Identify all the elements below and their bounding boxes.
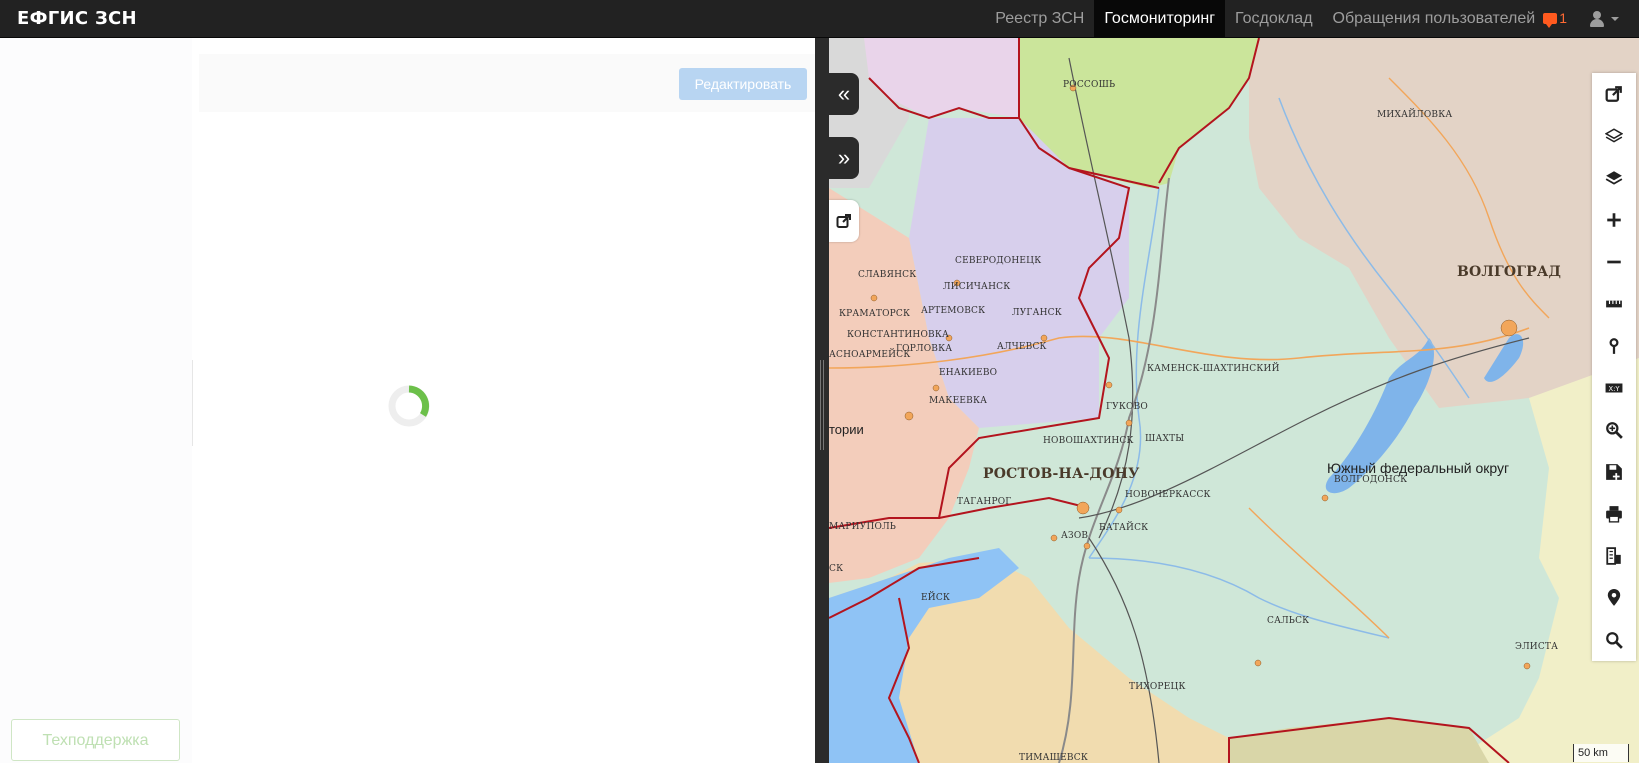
location-icon [1607,589,1621,606]
map-point-button[interactable] [1592,325,1636,367]
map-base-layers-button[interactable] [1592,157,1636,199]
nav-item-state-monitoring[interactable]: Госмониторинг [1094,0,1226,37]
support-button[interactable]: Техподдержка [11,719,180,761]
map-city-label: СЛАВЯНСК [858,270,917,280]
map-city-label: МИХАЙЛОВКА [1377,110,1453,120]
map-search-button[interactable] [1592,619,1636,661]
map-coordinates-button[interactable]: X:Y [1592,367,1636,409]
user-icon [1589,10,1605,27]
map-city-label: НОВОШАХТИНСК [1043,436,1134,446]
map-toolbar: X:Y [1592,73,1636,661]
expand-panel-button[interactable]: » [829,137,859,179]
map-scale-bar: 50 km [1573,744,1629,762]
map-city-label: КАМЕНСК-ШАХТИНСКИЙ [1147,364,1280,374]
map-print-button[interactable] [1592,493,1636,535]
nav-item-user-appeals-label: Обращения пользователей [1332,10,1536,27]
zoom-out-icon [1607,260,1621,264]
map-zoom-in-button[interactable] [1592,199,1636,241]
map-location-button[interactable] [1592,577,1636,619]
map-region-label: Южный федеральный округ [1327,460,1510,476]
map-city-label: ЛИСИЧАНСК [943,282,1011,292]
map-city-label: НОВОЧЕРКАССК [1125,490,1211,500]
map-city-label: АЗОВ [1061,531,1089,541]
save-icon [1606,464,1622,480]
map-view[interactable]: РОССОШЬ МИХАЙЛОВКА СЕВЕРОДОНЕЦК СЛАВЯНСК… [829,38,1639,763]
map-city-label: БАТАЙСК [1099,523,1149,533]
xy-icon: X:Y [1605,383,1623,393]
map-city-label: ТАГАНРОГ [957,497,1012,507]
map-city-label: АРТЕМОВСК [921,306,986,316]
appeals-count: 1 [1559,10,1567,26]
map-city-label: РОСТОВ-НА-ДОНУ [983,466,1140,482]
layers-icon [1605,128,1623,143]
map-measure-button[interactable] [1592,283,1636,325]
map-city-label: РОССОШЬ [1063,80,1116,90]
zoom-in-icon [1607,213,1621,227]
pin-icon [1609,338,1619,354]
map-city-label: ТИХОРЕЦК [1129,682,1186,692]
loading-spinner-icon [388,385,430,427]
chat-bubble-icon [1543,13,1558,28]
nav-menu: Реестр ЗСН Госмониторинг Госдоклад Обращ… [985,0,1639,37]
map-city-label: МАКЕЕВКА [929,396,988,406]
map-city-label: КОНСТАНТИНОВКА [847,330,950,340]
map-city-label: ЛУГАНСК [1012,308,1062,318]
building-icon [1606,547,1621,565]
map-city-label: ШАХТЫ [1145,434,1185,444]
layers-filled-icon [1605,171,1623,185]
print-icon [1606,506,1622,523]
user-menu[interactable] [1573,10,1639,27]
map-city-label: ВОЛГОГРАД [1457,264,1562,280]
map-city-label: ЭЛИСТА [1515,642,1559,652]
collapse-panel-button[interactable]: « [829,73,859,115]
map-zoom-box-button[interactable] [1592,409,1636,451]
splitter-grip-icon[interactable] [820,360,824,450]
nav-item-user-appeals[interactable]: Обращения пользователей 1 [1323,0,1573,37]
sidebar-divider [192,360,193,446]
external-link-icon [1605,86,1622,102]
search-icon [1606,632,1623,649]
map-city-label: САЛЬСК [1267,616,1310,626]
map-city-label: ВОЛГОДОНСК [1334,475,1408,485]
map-city-label: ЕНАКИЕВО [939,368,998,378]
nav-item-registry[interactable]: Реестр ЗСН [985,0,1094,37]
map-external-link-button[interactable] [1592,73,1636,115]
external-link-icon [836,214,851,228]
panel-splitter[interactable] [815,38,829,763]
map-partial-label: тории [829,422,864,437]
edit-button[interactable]: Редактировать [679,68,807,100]
nav-item-state-report[interactable]: Госдоклад [1225,0,1322,37]
brand-logo[interactable]: ЕФГИС ЗСН [17,0,137,37]
map-city-label: АЛЧЕВСК [997,342,1047,352]
ruler-icon [1606,300,1622,308]
map-city-label: ТИМАШЕВСК [1019,753,1088,763]
map-city-label: ЕЙСК [921,593,951,603]
left-sidebar [0,38,192,763]
open-external-button[interactable] [829,200,859,242]
map-city-label: ГУКОВО [1106,402,1148,412]
map-zoom-out-button[interactable] [1592,241,1636,283]
map-city-label: АСНОАРМЕЙСК [829,350,911,360]
caret-down-icon [1611,16,1619,21]
top-navbar: ЕФГИС ЗСН Реестр ЗСН Госмониторинг Госдо… [0,0,1639,38]
map-save-button[interactable] [1592,451,1636,493]
map-city-label: МАРИУПОЛЬ [829,522,897,532]
magnifier-plus-icon [1606,422,1623,439]
map-objects-button[interactable] [1592,535,1636,577]
map-city-label: СК [829,564,844,574]
svg-text:X:Y: X:Y [1608,385,1620,393]
appeals-badge: 1 [1543,0,1567,37]
map-city-label: СЕВЕРОДОНЕЦК [955,256,1042,266]
map-city-label: КРАМАТОРСК [839,309,911,319]
map-layers-button[interactable] [1592,115,1636,157]
